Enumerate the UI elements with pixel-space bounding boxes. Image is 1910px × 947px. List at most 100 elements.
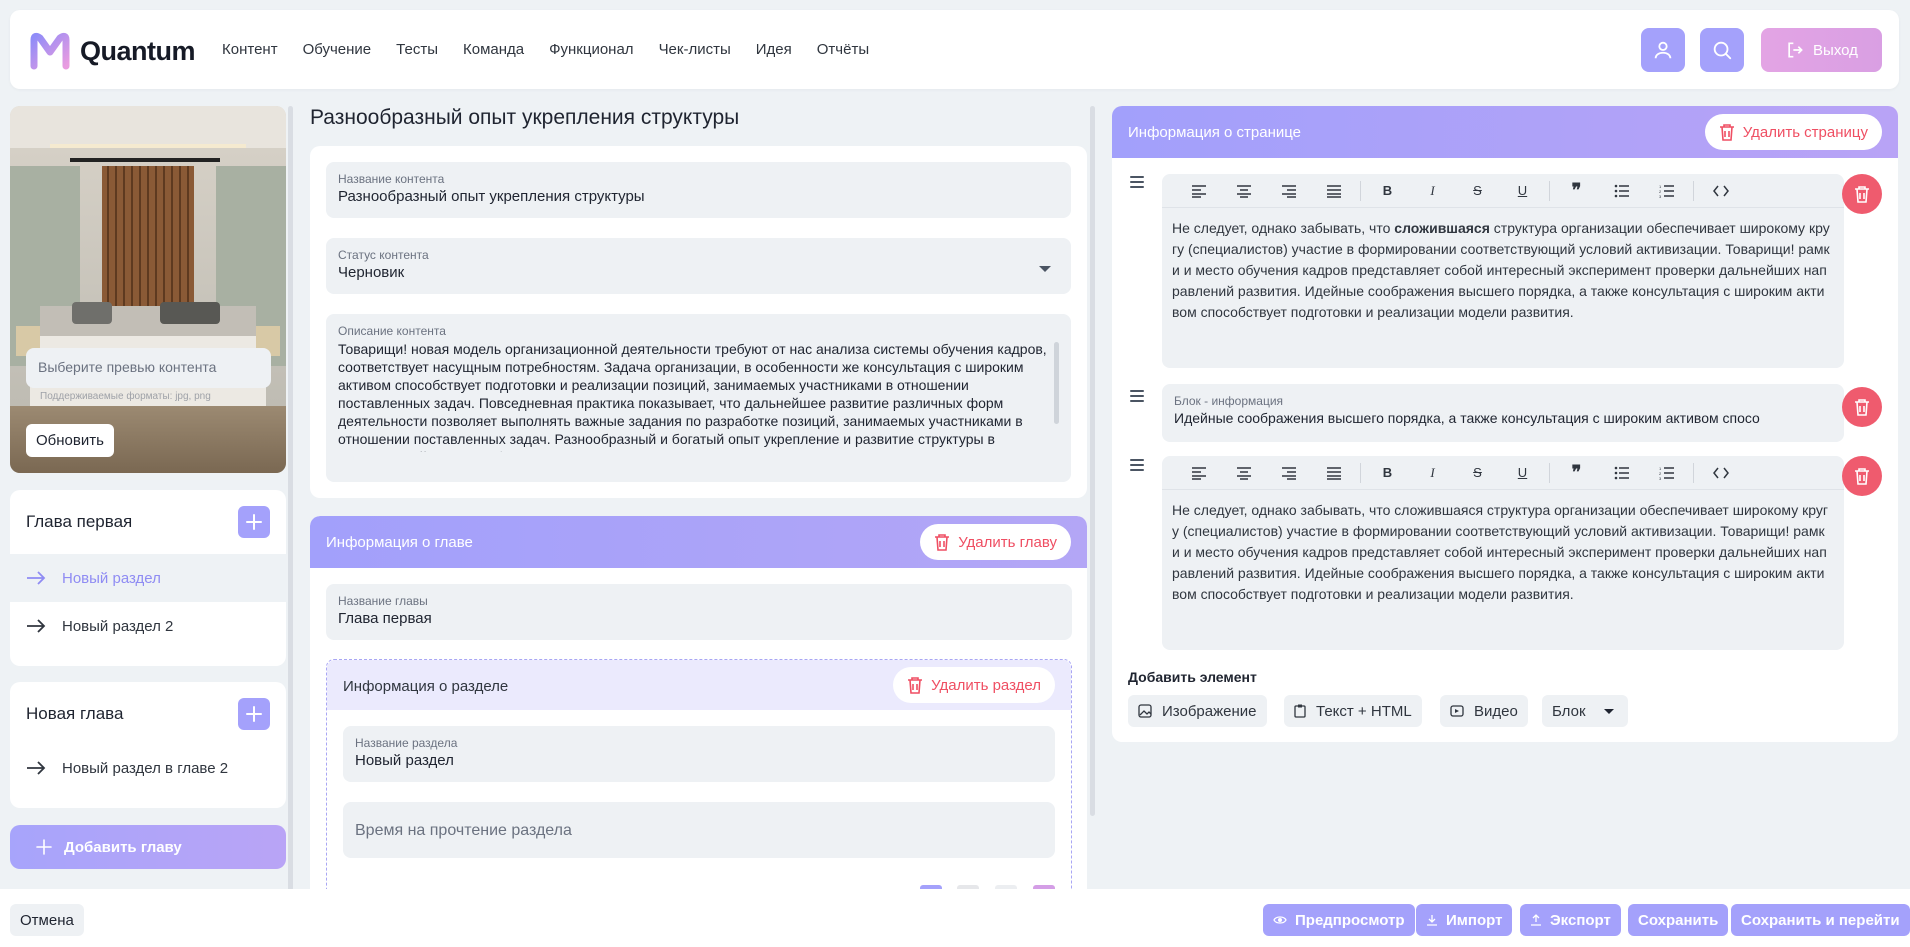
strikethrough-icon[interactable]: S <box>1455 456 1500 490</box>
save-and-go-button[interactable]: Сохранить и перейти <box>1731 904 1910 936</box>
section-item[interactable]: Новый раздел в главе 2 <box>10 744 286 792</box>
align-right-icon[interactable] <box>1266 456 1311 490</box>
bullet-list-icon[interactable] <box>1599 456 1644 490</box>
code-icon[interactable] <box>1698 456 1743 490</box>
align-left-icon[interactable] <box>1176 174 1221 208</box>
drag-handle-icon[interactable] <box>1130 176 1144 191</box>
nav-functional[interactable]: Функционал <box>549 41 633 58</box>
bold-icon[interactable]: B <box>1365 174 1410 208</box>
rich-text-editor[interactable]: B I S U ❞ 123 Не следует, однако забыват… <box>1162 456 1844 650</box>
save-button[interactable]: Сохранить <box>1628 904 1729 936</box>
add-chapter-label: Добавить главу <box>64 838 182 856</box>
nav-checklists[interactable]: Чек-листы <box>659 41 731 58</box>
rich-text-editor[interactable]: B I S U ❞ 123 Не следует, однако забыват… <box>1162 174 1844 368</box>
add-chapter-button[interactable]: Добавить главу <box>10 825 286 869</box>
underline-icon[interactable]: U <box>1500 456 1545 490</box>
chapter-title[interactable]: Новая глава <box>26 704 123 724</box>
align-right-icon[interactable] <box>1266 174 1311 208</box>
import-button[interactable]: Импорт <box>1416 904 1513 936</box>
delete-chapter-button[interactable]: Удалить главу <box>920 524 1071 560</box>
align-center-icon[interactable] <box>1221 456 1266 490</box>
info-block-value: Идейные соображения высшего порядка, а т… <box>1174 410 1760 426</box>
drag-handle-icon[interactable] <box>1130 459 1144 474</box>
delete-page-button[interactable]: Удалить страницу <box>1704 114 1882 150</box>
nav-idea[interactable]: Идея <box>756 41 792 58</box>
editor-toolbar: B I S U ❞ 123 <box>1162 174 1844 208</box>
align-left-icon[interactable] <box>1176 456 1221 490</box>
page-info-title: Информация о странице <box>1128 124 1301 141</box>
section-item[interactable]: Новый раздел 2 <box>10 602 286 650</box>
app-name: Quantum <box>80 35 196 66</box>
add-video-button[interactable]: Видео <box>1440 695 1528 727</box>
delete-element-button[interactable] <box>1842 174 1882 214</box>
content-status-select[interactable]: Статус контента Черновик <box>326 238 1071 294</box>
delete-element-button[interactable] <box>1842 456 1882 496</box>
editor-toolbar: B I S U ❞ 123 <box>1162 456 1844 490</box>
chapter-info-card: Информация о главе Удалить главу Названи… <box>310 516 1087 896</box>
middle-scrollbar[interactable] <box>1090 106 1095 816</box>
add-block-dropdown[interactable]: Блок <box>1542 695 1628 727</box>
trash-icon <box>935 534 950 551</box>
left-scrollbar[interactable] <box>288 106 293 891</box>
section-read-time-input[interactable]: Время на прочтение раздела <box>343 802 1055 858</box>
strikethrough-icon[interactable]: S <box>1455 174 1500 208</box>
export-button[interactable]: Экспорт <box>1520 904 1621 936</box>
search-button[interactable] <box>1700 28 1744 72</box>
svg-text:3: 3 <box>1659 194 1662 198</box>
page-info-header: Информация о странице Удалить страницу <box>1112 106 1898 158</box>
trash-icon <box>1855 186 1869 203</box>
app-logo[interactable]: Quantum <box>28 30 196 72</box>
add-section-button[interactable] <box>238 698 270 730</box>
content-preview: Выберите превью контента Поддерживаемые … <box>10 106 286 473</box>
delete-section-button[interactable]: Удалить раздел <box>893 667 1055 703</box>
bold-icon[interactable]: B <box>1365 456 1410 490</box>
preview-button[interactable]: Предпросмотр <box>1263 904 1415 936</box>
italic-icon[interactable]: I <box>1410 456 1455 490</box>
plus-icon <box>246 706 262 722</box>
editor-content[interactable]: Не следует, однако забывать, что сложивш… <box>1172 500 1830 605</box>
quote-icon[interactable]: ❞ <box>1554 174 1599 208</box>
quote-icon[interactable]: ❞ <box>1554 456 1599 490</box>
section-info-title: Информация о разделе <box>343 678 509 695</box>
drag-handle-icon[interactable] <box>1130 390 1144 405</box>
preview-select-input[interactable]: Выберите превью контента <box>26 348 271 388</box>
section-name-field[interactable]: Название раздела Новый раздел <box>343 726 1055 782</box>
nav-reports[interactable]: Отчёты <box>817 41 869 58</box>
logout-button[interactable]: Выход <box>1761 28 1882 72</box>
bullet-list-icon[interactable] <box>1599 174 1644 208</box>
page-info-card: Информация о странице Удалить страницу B… <box>1112 106 1898 742</box>
chapter-title[interactable]: Глава первая <box>26 512 132 532</box>
nav-tests[interactable]: Тесты <box>396 41 438 58</box>
info-block-field[interactable]: Блок - информация Идейные соображения вы… <box>1162 384 1844 442</box>
user-icon <box>1654 41 1672 59</box>
code-icon[interactable] <box>1698 174 1743 208</box>
italic-icon[interactable]: I <box>1410 174 1455 208</box>
cancel-button[interactable]: Отмена <box>10 904 84 936</box>
preview-image <box>10 106 286 473</box>
nav-learning[interactable]: Обучение <box>303 41 372 58</box>
chapter-name-field[interactable]: Название главы Глава первая <box>326 584 1072 640</box>
section-info-panel: Информация о разделе Удалить раздел Назв… <box>326 659 1072 896</box>
content-description-field[interactable]: Описание контента Товарищи! новая модель… <box>326 314 1071 482</box>
nav-content[interactable]: Контент <box>222 41 278 58</box>
toolbar-divider <box>1360 180 1361 201</box>
delete-element-button[interactable] <box>1842 387 1882 427</box>
align-center-icon[interactable] <box>1221 174 1266 208</box>
editor-content[interactable]: Не следует, однако забывать, что сложивш… <box>1172 218 1830 323</box>
numbered-list-icon[interactable]: 123 <box>1644 456 1689 490</box>
content-name-field[interactable]: Название контента Разнообразный опыт укр… <box>326 162 1071 218</box>
add-video-label: Видео <box>1474 702 1518 720</box>
add-section-button[interactable] <box>238 506 270 538</box>
underline-icon[interactable]: U <box>1500 174 1545 208</box>
image-icon <box>1138 704 1152 718</box>
update-preview-button[interactable]: Обновить <box>26 424 114 457</box>
numbered-list-icon[interactable]: 123 <box>1644 174 1689 208</box>
add-text-html-button[interactable]: Текст + HTML <box>1284 695 1422 727</box>
nav-team[interactable]: Команда <box>463 41 524 58</box>
add-image-button[interactable]: Изображение <box>1128 695 1267 727</box>
profile-button[interactable] <box>1641 28 1685 72</box>
align-justify-icon[interactable] <box>1311 174 1356 208</box>
description-scrollbar[interactable] <box>1054 342 1059 424</box>
section-item-active[interactable]: Новый раздел <box>10 554 286 602</box>
align-justify-icon[interactable] <box>1311 456 1356 490</box>
